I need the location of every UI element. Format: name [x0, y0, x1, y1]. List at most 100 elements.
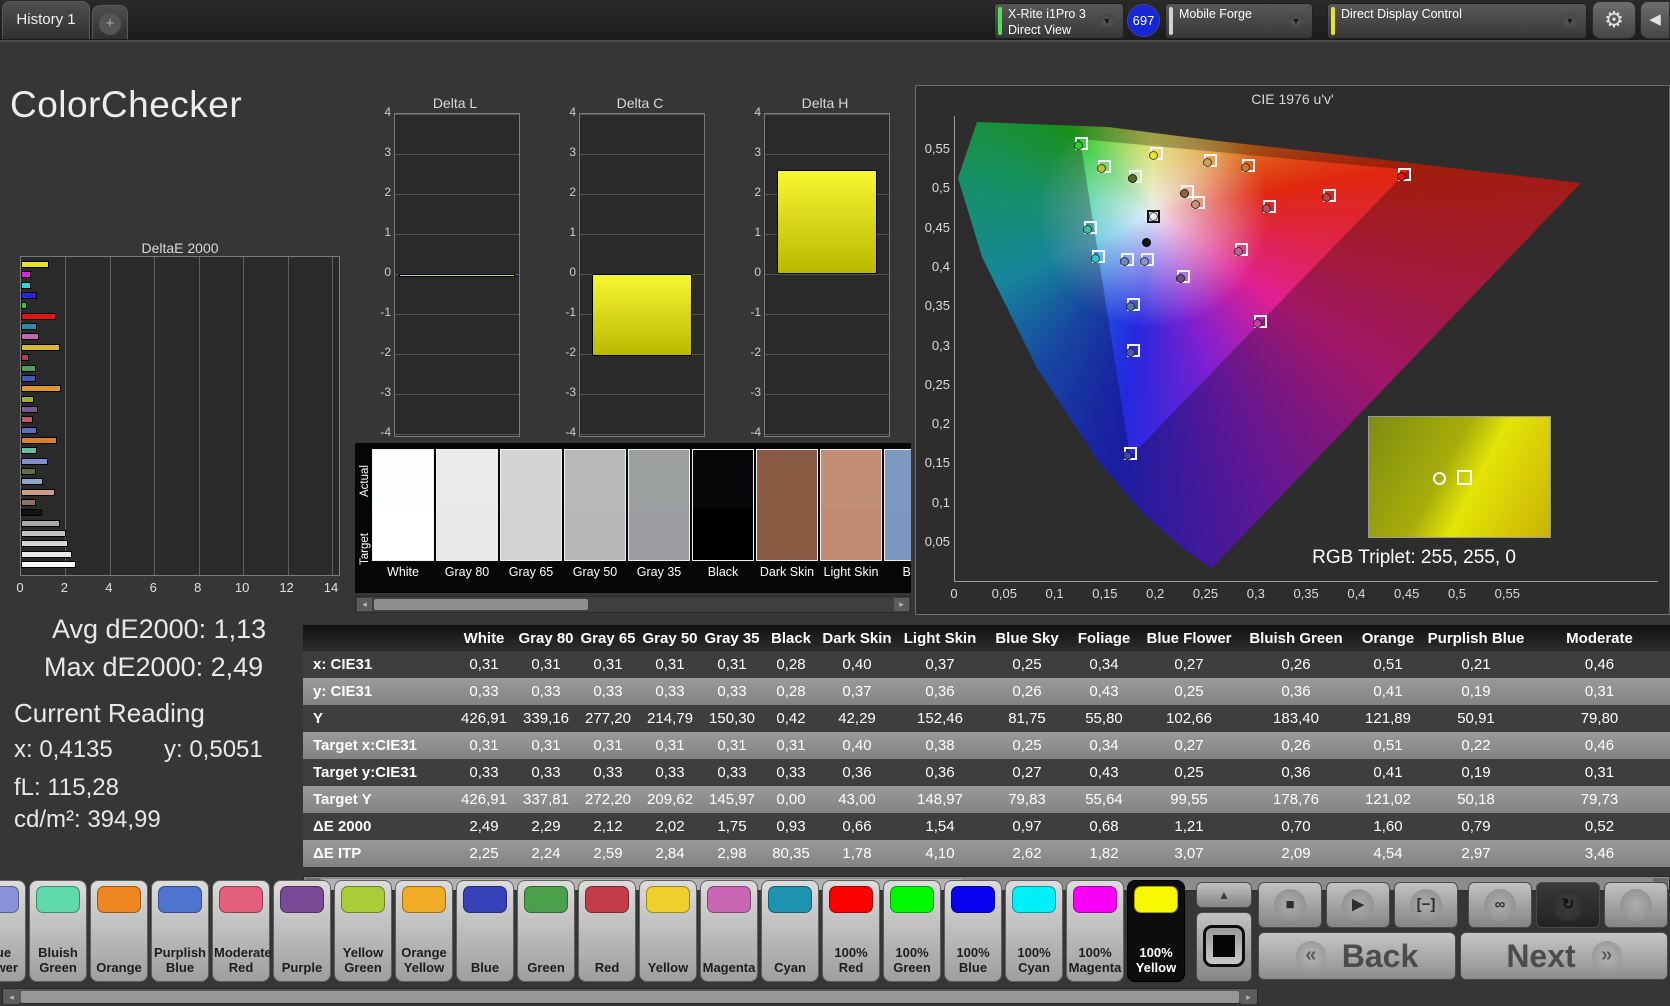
patch-label: 100% Magenta: [1068, 945, 1122, 976]
axis-tick-label: 2: [384, 185, 391, 199]
table-cell: 1,75: [717, 818, 747, 835]
gridline: [109, 257, 111, 575]
patch-button-100-green[interactable]: 100% Green: [883, 880, 941, 982]
patch-button-100-yellow[interactable]: 100% Yellow: [1127, 880, 1185, 982]
patch-button-yellow[interactable]: Yellow: [639, 880, 697, 982]
column-header: Light Skin: [903, 629, 977, 647]
table-cell: 0,36: [925, 764, 955, 781]
swatch-scrollbar[interactable]: ◂ ▸: [355, 596, 911, 613]
patch-color-chip: [524, 886, 568, 913]
axis-tick-label: 8: [194, 580, 202, 595]
deltae-bar: [21, 343, 60, 351]
patch-button-100-cyan[interactable]: 100% Cyan: [1005, 880, 1063, 982]
column-header: Foliage: [1077, 629, 1131, 647]
scroll-left-arrow-icon[interactable]: ◂: [4, 991, 19, 1004]
patch-label: Yellow: [647, 960, 689, 976]
table-cell: 0,33: [469, 764, 499, 781]
display-control-dropdown[interactable]: Direct Display Control ▼: [1327, 3, 1587, 39]
scroll-patches-up-button[interactable]: ▲: [1196, 882, 1252, 908]
axis-tick-label: 0,2: [1146, 586, 1165, 601]
column-header: Blue Sky: [995, 629, 1059, 647]
patch-button-purplish-blue[interactable]: Purplish Blue: [151, 880, 209, 982]
patch-label: Blue Flower: [0, 945, 18, 976]
swatch-rect: [564, 449, 626, 561]
back-button[interactable]: « Back: [1258, 932, 1456, 980]
table-cell: 0,26: [1012, 683, 1042, 700]
patch-button-blue[interactable]: Blue: [456, 880, 514, 982]
continuous-read-button[interactable]: ∞: [1468, 882, 1532, 928]
measured-marker: [1148, 211, 1158, 221]
patch-button-cyan[interactable]: Cyan: [761, 880, 819, 982]
refresh-button[interactable]: ↻: [1536, 882, 1600, 928]
scrollbar-thumb[interactable]: [21, 991, 1239, 1003]
delta-c-chart: Delta C 4 3 2 1 0 -1 -2 -3 -4: [557, 95, 707, 445]
table-cell: 145,97: [709, 791, 755, 808]
play-button[interactable]: ▶: [1326, 882, 1390, 928]
table-cell: 0,31: [1584, 683, 1615, 700]
blank-transport-button[interactable]: [1604, 882, 1668, 928]
swatch-target: [693, 508, 753, 560]
axis-tick-label: -2: [750, 345, 761, 359]
source-dropdown[interactable]: Mobile Forge ▼: [1165, 3, 1313, 39]
gridline: [765, 434, 889, 435]
row-label: ΔE 2000: [313, 818, 372, 835]
axis-tick-label: 4: [384, 105, 391, 119]
axis-tick-label: 0: [384, 265, 391, 279]
scroll-left-arrow-icon[interactable]: ◂: [357, 598, 372, 611]
patch-button-orange[interactable]: Orange: [90, 880, 148, 982]
table-cell: 0,43: [1089, 764, 1119, 781]
patch-button-100-blue[interactable]: 100% Blue: [944, 880, 1002, 982]
gridline: [580, 114, 704, 115]
swatch-rect: [820, 449, 882, 561]
add-tab-button[interactable]: +: [92, 5, 128, 39]
measured-marker: [1148, 150, 1158, 160]
patch-button-100-red[interactable]: 100% Red: [822, 880, 880, 982]
scrollbar-thumb[interactable]: [374, 599, 588, 610]
patch-label: Cyan: [774, 960, 806, 976]
scroll-right-arrow-icon[interactable]: ▸: [894, 598, 909, 611]
meter-mode: Direct View: [1008, 23, 1071, 37]
swatch-actual: [693, 450, 753, 508]
scroll-right-arrow-icon[interactable]: ▸: [1241, 991, 1256, 1004]
patch-label: Red: [594, 960, 620, 976]
patch-button-moderate-red[interactable]: Moderate Red: [212, 880, 272, 982]
patch-button-green[interactable]: Green: [517, 880, 575, 982]
table-cell: 121,89: [1365, 710, 1411, 727]
gridline: [395, 354, 519, 355]
selected-patch-zoom-inset: [1368, 416, 1551, 538]
patch-button-orange-yellow[interactable]: Orange Yellow: [395, 880, 453, 982]
table-cell: 214,79: [647, 710, 693, 727]
meter-dropdown[interactable]: X-Rite i1Pro 3 Direct View ▼: [994, 3, 1124, 39]
patch-button-magenta[interactable]: Magenta: [700, 880, 758, 982]
settings-button[interactable]: ⚙: [1592, 1, 1636, 39]
table-cell: 0,25: [1174, 764, 1204, 781]
table-cell: 2,12: [593, 818, 623, 835]
swatch-actual: [821, 450, 881, 508]
swatch-rect: [500, 449, 562, 561]
column-header: Dark Skin: [822, 629, 892, 647]
chart-plot: [764, 113, 890, 437]
y-axis-line: [954, 116, 955, 582]
pattern-window-button[interactable]: [1196, 912, 1252, 982]
tab-history-1[interactable]: History 1: [2, 1, 90, 39]
collapse-panel-button[interactable]: ◀: [1640, 1, 1670, 39]
patch-row-scrollbar[interactable]: ◂ ▸: [2, 988, 1258, 1004]
patch-button-blue-flower[interactable]: Blue Flower: [0, 880, 26, 982]
swatch-rect: [884, 449, 911, 561]
axis-tick-label: 0: [754, 265, 761, 279]
axis-tick-label: 0,25: [1192, 586, 1219, 601]
deltae-bar: [21, 561, 77, 569]
axis-tick-label: 0,05: [924, 534, 950, 549]
stop-button[interactable]: ■: [1258, 882, 1322, 928]
patch-button-red[interactable]: Red: [578, 880, 636, 982]
table-row: Y 426,91 339,16 277,20 214,79 150,30 0,42 42,29…: [303, 705, 1670, 732]
patch-color-chip: [1012, 886, 1056, 913]
next-button[interactable]: Next »: [1460, 932, 1668, 980]
patch-button-yellow-green[interactable]: Yellow Green: [334, 880, 392, 982]
delta-l-chart: Delta L 4 3 2 1 0 -1 -2 -3 -4: [372, 95, 522, 445]
patch-button-bluish-green[interactable]: Bluish Green: [29, 880, 87, 982]
pattern-size-button[interactable]: [−]: [1394, 882, 1458, 928]
measured-marker: [1125, 301, 1135, 311]
patch-button-100-magenta[interactable]: 100% Magenta: [1066, 880, 1124, 982]
patch-button-purple[interactable]: Purple: [273, 880, 331, 982]
